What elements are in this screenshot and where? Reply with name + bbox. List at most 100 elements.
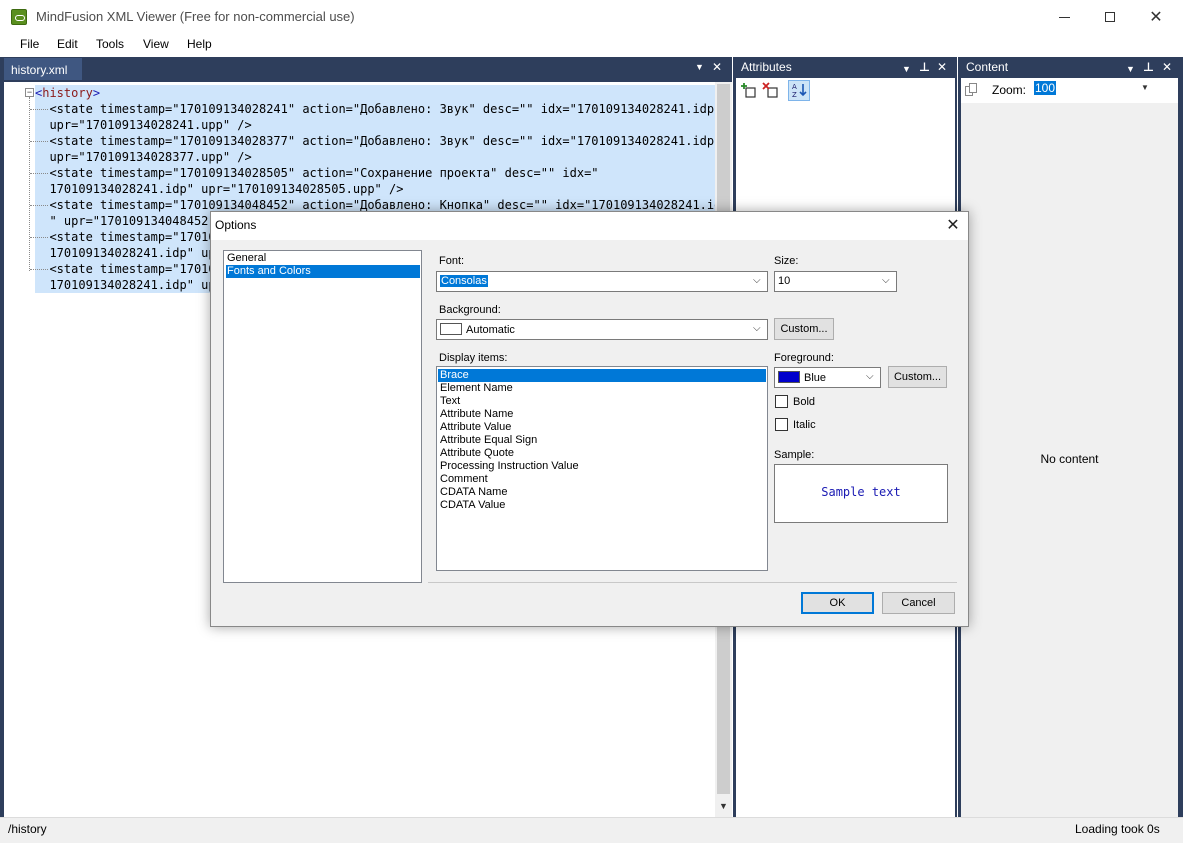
background-label: Background: [439,304,501,316]
empty-state-text: No content [1040,452,1099,466]
status-load-time: Loading took 0s [1075,822,1160,836]
code-line[interactable]: <state timestamp="170109134028241" actio… [35,101,715,117]
copy-icon[interactable] [965,83,977,96]
menu-tools[interactable]: Tools [96,37,124,51]
sample-label: Sample: [774,449,815,461]
size-value: 10 [778,275,791,287]
menu-edit[interactable]: Edit [57,37,78,51]
pin-icon[interactable]: ⊥ [1143,60,1154,74]
chevron-down-icon[interactable]: ▼ [695,62,704,72]
remove-attribute-icon[interactable] [762,82,779,99]
display-item[interactable]: CDATA Value [438,499,766,512]
ok-button[interactable]: OK [801,592,874,614]
code-line[interactable]: " upr="170109134048452. [35,213,210,229]
foreground-label: Foreground: [774,352,834,364]
svg-text:Z: Z [792,91,797,99]
background-combobox[interactable]: Automatic [436,319,768,340]
code-line[interactable]: <state timestamp="170109134028377" actio… [35,133,715,149]
display-item[interactable]: Attribute Value [438,421,766,434]
close-icon[interactable]: ✕ [1162,60,1172,74]
code-line[interactable]: <state timestamp="170109134028505" actio… [35,165,715,181]
maximize-button[interactable] [1087,0,1133,34]
foreground-swatch [778,371,800,383]
bold-checkbox[interactable] [775,395,788,408]
code-line[interactable]: 170109134028241.idp" up [35,245,210,261]
display-item[interactable]: Brace [438,369,766,382]
menu-help[interactable]: Help [187,37,212,51]
bold-label: Bold [793,396,816,408]
menu-bar [0,34,1183,56]
tree-connector [30,205,48,206]
font-label: Font: [439,255,465,267]
window-title: MindFusion XML Viewer (Free for non-comm… [36,9,355,24]
font-combobox[interactable]: Consolas [436,271,768,292]
chevron-down-icon[interactable]: ⌵ [753,275,761,286]
code-line[interactable]: 170109134028241.idp" up [35,277,210,293]
chevron-down-icon[interactable]: ⌵ [882,275,890,286]
svg-text:A: A [792,83,797,91]
code-line[interactable]: <state timestamp="17010 [35,261,210,277]
tab-history-xml[interactable]: history.xml [4,58,82,80]
code-line[interactable]: upr="170109134028241.upp" /> [35,117,715,133]
close-icon: ✕ [946,217,960,234]
sample-text: Sample text [821,485,901,499]
close-icon: ✕ [1149,9,1163,26]
category-fonts-and-colors[interactable]: Fonts and Colors [226,265,420,278]
close-window-button[interactable]: ✕ [1133,0,1179,34]
size-combobox[interactable]: 10 [774,271,897,292]
font-value: Consolas [440,275,488,287]
collapse-icon[interactable]: − [25,88,34,97]
minimize-button[interactable] [1041,0,1087,34]
display-item[interactable]: Processing Instruction Value [438,460,766,473]
sort-az-icon[interactable]: AZ [788,80,810,101]
chevron-down-icon[interactable]: ⌵ [753,323,761,334]
foreground-custom-button[interactable]: Custom... [888,366,947,388]
display-item[interactable]: Attribute Quote [438,447,766,460]
chevron-down-icon[interactable]: ▼ [902,64,911,74]
dialog-title-bar [211,212,968,240]
code-line[interactable]: upr="170109134028377.upp" /> [35,149,715,165]
chevron-down-icon[interactable]: ⌵ [866,371,874,382]
tree-line [29,97,30,271]
zoom-value: 100 [1034,81,1057,95]
minimize-icon [1058,16,1070,18]
italic-checkbox[interactable] [775,418,788,431]
code-line[interactable]: 170109134028241.idp" upr="17010913402850… [35,181,715,197]
background-swatch [440,323,462,335]
menu-view[interactable]: View [143,37,169,51]
close-icon[interactable]: ✕ [712,60,722,74]
category-general[interactable]: General [226,252,420,265]
italic-label: Italic [793,419,816,431]
code-line[interactable]: <state timestamp="17010 [35,229,210,245]
dialog-close-button[interactable]: ✕ [940,214,966,238]
display-item[interactable]: Text [438,395,766,408]
zoom-combobox[interactable]: 100 [1034,81,1156,99]
cancel-button[interactable]: Cancel [882,592,955,614]
display-item[interactable]: CDATA Name [438,486,766,499]
size-label: Size: [774,255,799,267]
xml-root-line[interactable]: <history> [35,85,715,101]
maximize-icon [1105,12,1115,22]
display-item[interactable]: Attribute Equal Sign [438,434,766,447]
status-path: /history [8,822,47,836]
menu-file[interactable]: File [20,37,39,51]
app-logo-icon [11,9,27,25]
dialog-title: Options [215,218,257,232]
tree-connector [30,173,48,174]
display-item[interactable]: Comment [438,473,766,486]
display-item[interactable]: Attribute Name [438,408,766,421]
chevron-down-icon[interactable]: ▼ [1126,64,1135,74]
chevron-down-icon[interactable]: ▼ [1141,83,1149,92]
pin-icon[interactable]: ⊥ [919,60,930,74]
display-item[interactable]: Element Name [438,382,766,395]
divider [428,582,957,583]
add-attribute-icon[interactable] [740,82,757,99]
close-icon[interactable]: ✕ [937,60,947,74]
background-value: Automatic [466,324,515,336]
background-custom-button[interactable]: Custom... [774,318,834,340]
foreground-combobox[interactable]: Blue [774,367,881,388]
category-list[interactable] [223,250,422,583]
scroll-down-icon[interactable]: ▼ [716,798,731,814]
zoom-label: Zoom: [992,83,1027,97]
tree-connector [30,141,48,142]
